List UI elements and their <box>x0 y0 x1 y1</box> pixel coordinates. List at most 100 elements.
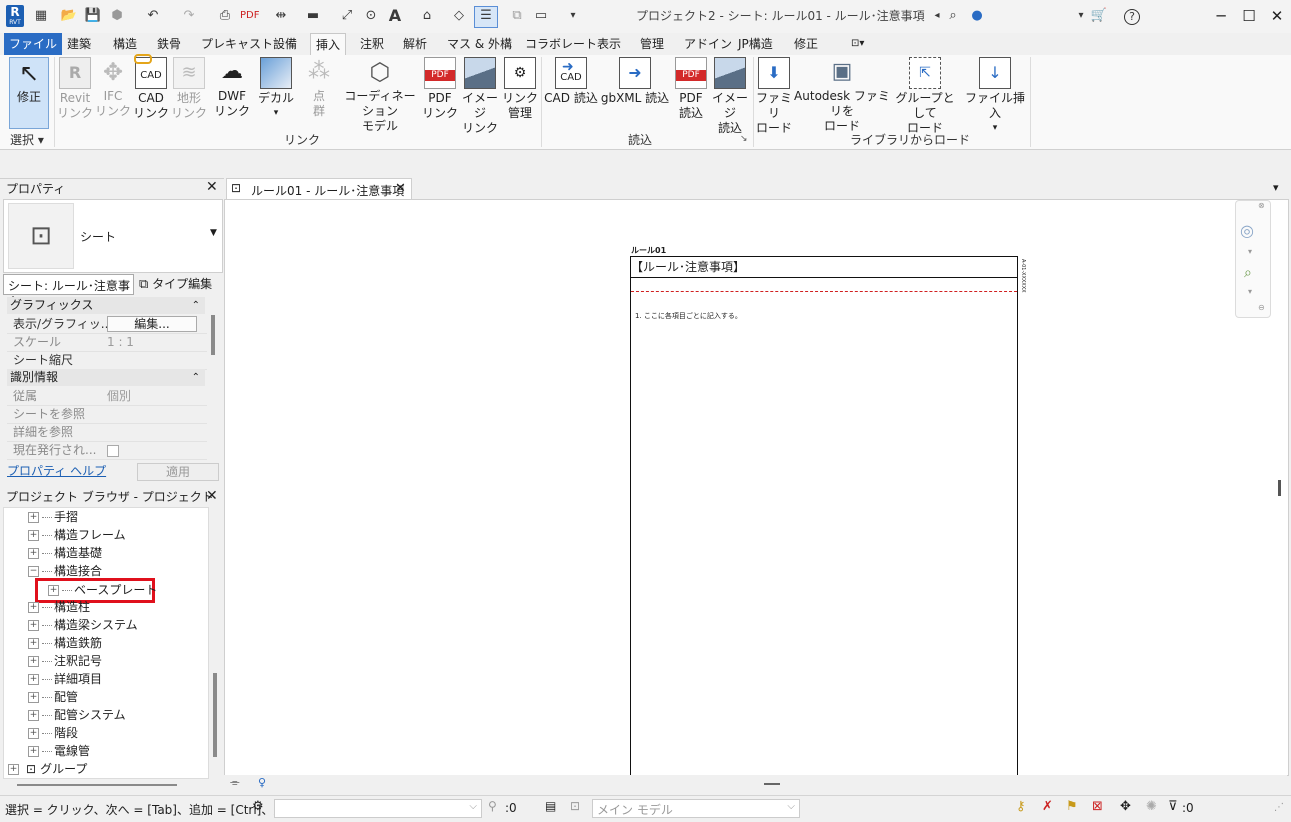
tag-icon[interactable]: ⊙ <box>362 7 380 25</box>
select-by-face-icon[interactable]: ⊠ <box>1092 799 1103 814</box>
load-autodesk-family-button[interactable]: ▣ Autodesk ファミリを ロード <box>794 57 890 134</box>
expand-icon[interactable]: + <box>8 764 19 775</box>
tab-systems[interactable]: 設備 <box>268 33 302 55</box>
tab-massing[interactable]: マス & 外構 <box>442 33 517 55</box>
select-links-icon[interactable]: ⚷ <box>1016 799 1026 814</box>
import-dialog-launcher-icon[interactable]: ↘ <box>740 134 748 144</box>
edit-graphics-button[interactable]: 編集... <box>107 316 197 332</box>
revit-link-button[interactable]: R Revit リンク <box>56 57 94 121</box>
expand-icon[interactable]: + <box>28 710 39 721</box>
close-button[interactable]: ✕ <box>1262 5 1291 27</box>
coordination-model-button[interactable]: ⬡ コーディネーション モデル <box>340 57 420 134</box>
dwf-link-button[interactable]: ☁ DWF リンク <box>212 57 252 119</box>
text-icon[interactable]: A <box>386 7 404 25</box>
properties-help-link[interactable]: プロパティ ヘルプ <box>7 462 106 479</box>
redo-icon[interactable]: ↷ <box>180 7 198 25</box>
switch-windows-icon[interactable]: ▭ <box>532 7 550 25</box>
expand-icon[interactable]: + <box>28 530 39 541</box>
help-icon[interactable]: ? <box>1124 9 1140 25</box>
select-panel-label[interactable]: 選択 ▾ <box>10 131 44 148</box>
view-vscrollbar[interactable] <box>1278 480 1281 496</box>
expand-icon[interactable]: + <box>28 728 39 739</box>
tab-addins[interactable]: アドイン <box>679 33 737 55</box>
edit-type-button[interactable]: ⧉ タイプ編集 <box>139 275 212 292</box>
user-icon[interactable]: ● <box>968 7 986 25</box>
type-selector[interactable]: ⊡ シート ▼ <box>3 199 223 273</box>
insert-from-file-button[interactable]: ↓ ファイル挿入 ▾ <box>962 57 1028 136</box>
gbxml-import-button[interactable]: ➜ gbXML 読込 <box>600 57 670 106</box>
section-icon[interactable]: ◇ <box>450 7 468 25</box>
dimension-icon[interactable]: ⤢ <box>338 7 356 25</box>
tree-item[interactable]: + 構造梁システム <box>28 616 138 634</box>
2d-wheel-icon[interactable]: ◎ <box>1240 221 1254 240</box>
expand-icon[interactable]: + <box>28 512 39 523</box>
modify-button[interactable]: ↖ 修正 <box>9 57 49 129</box>
tab-list-icon[interactable]: ▾ <box>1273 181 1279 194</box>
tree-item[interactable]: + 詳細項目 <box>28 670 102 688</box>
tree-item[interactable]: + 配管 <box>28 688 78 706</box>
image-link-button[interactable]: イメージ リンク <box>460 57 500 136</box>
pdf-import-button[interactable]: PDF PDF 読込 <box>674 57 708 121</box>
save-icon[interactable]: 💾 <box>84 7 102 25</box>
tree-item[interactable]: + 構造柱 <box>28 598 90 616</box>
project-browser-close-icon[interactable]: ✕ <box>206 488 218 504</box>
properties-scrollbar[interactable] <box>211 315 215 355</box>
expand-icon[interactable]: + <box>28 602 39 613</box>
expand-icon[interactable]: + <box>28 548 39 559</box>
expand-icon[interactable]: + <box>28 674 39 685</box>
ribbon-toggle-icon[interactable]: ⊡▾ <box>846 33 869 55</box>
tab-manage[interactable]: 管理 <box>635 33 669 55</box>
measure-icon[interactable]: ▬ <box>304 7 322 25</box>
tab-insert[interactable]: 挿入 <box>310 33 347 56</box>
select-pinned-icon[interactable]: ⚑ <box>1066 799 1078 814</box>
tree-item[interactable]: + 注釈記号 <box>28 652 102 670</box>
nav-options-icon[interactable]: ⊖ <box>1258 303 1265 312</box>
tree-item[interactable]: + 階段 <box>28 724 78 742</box>
property-row[interactable]: シート縮尺 <box>7 351 207 370</box>
drag-elements-icon[interactable]: ✥ <box>1120 799 1131 814</box>
tab-architecture[interactable]: 建築 <box>62 33 96 55</box>
browser-hscrollbar[interactable] <box>17 784 177 786</box>
tab-modify[interactable]: 修正 <box>789 33 823 55</box>
background-process-icon[interactable]: ✺ <box>1146 799 1157 814</box>
tree-item[interactable]: + 構造フレーム <box>28 526 126 544</box>
property-row[interactable]: 現在発行され... <box>7 441 207 460</box>
browser-scrollbar[interactable] <box>213 673 217 757</box>
expand-icon[interactable]: + <box>28 746 39 757</box>
collapse-icon[interactable]: − <box>28 566 39 577</box>
editable-only-icon[interactable]: ⚲ <box>488 799 497 813</box>
load-as-group-button[interactable]: ⇱ グループとして ロード <box>892 57 958 136</box>
undo-icon[interactable]: ↶ <box>144 7 162 25</box>
tree-item[interactable]: + 構造鉄筋 <box>28 634 102 652</box>
resize-grip-icon[interactable]: ⋰ <box>1274 802 1284 813</box>
expand-icon[interactable]: + <box>28 620 39 631</box>
select-underlay-icon[interactable]: ✗ <box>1042 799 1053 814</box>
3d-view-icon[interactable]: ⌂ <box>418 7 436 25</box>
tree-item[interactable]: + 電線管 <box>28 742 90 760</box>
instance-selector[interactable]: シート: ルール･注意事↑ ⌵ <box>3 274 134 308</box>
tree-item[interactable]: + 構造基礎 <box>28 544 102 562</box>
tab-analyze[interactable]: 解析 <box>398 33 432 55</box>
tree-item[interactable]: + ⊡ グループ <box>8 760 87 778</box>
image-import-button[interactable]: イメージ 読込 <box>710 57 750 136</box>
ifc-link-button[interactable]: ✥ IFC リンク <box>94 57 132 119</box>
cad-import-button[interactable]: CAD ➜ CAD 読込 <box>544 57 598 106</box>
tab-view[interactable]: 表示 <box>592 33 626 55</box>
category-graphics[interactable]: グラフィックス ⌃ <box>7 297 205 314</box>
tab-precast[interactable]: プレキャスト <box>196 33 278 55</box>
cad-link-button[interactable]: CAD CAD リンク <box>132 54 170 121</box>
tab-collaborate[interactable]: コラボレート <box>520 33 602 55</box>
cart-icon[interactable]: 🛒 <box>1090 7 1108 25</box>
expand-icon[interactable]: + <box>28 692 39 703</box>
scroll-indicator[interactable] <box>764 783 780 785</box>
home-icon[interactable]: ▦ <box>32 7 50 25</box>
sync-icon[interactable]: ⬢ <box>108 7 126 25</box>
manage-links-button[interactable]: ⚙ リンク 管理 <box>502 57 538 121</box>
customize-icon[interactable]: ▾ <box>564 7 582 25</box>
tab-structure[interactable]: 構造 <box>108 33 142 55</box>
minimize-button[interactable]: ─ <box>1206 5 1236 27</box>
tree-item[interactable]: + 配管システム <box>28 706 126 724</box>
expand-icon[interactable]: + <box>28 656 39 667</box>
maximize-button[interactable]: ☐ <box>1234 5 1264 27</box>
decal-button[interactable]: デカル ▾ <box>256 57 296 121</box>
